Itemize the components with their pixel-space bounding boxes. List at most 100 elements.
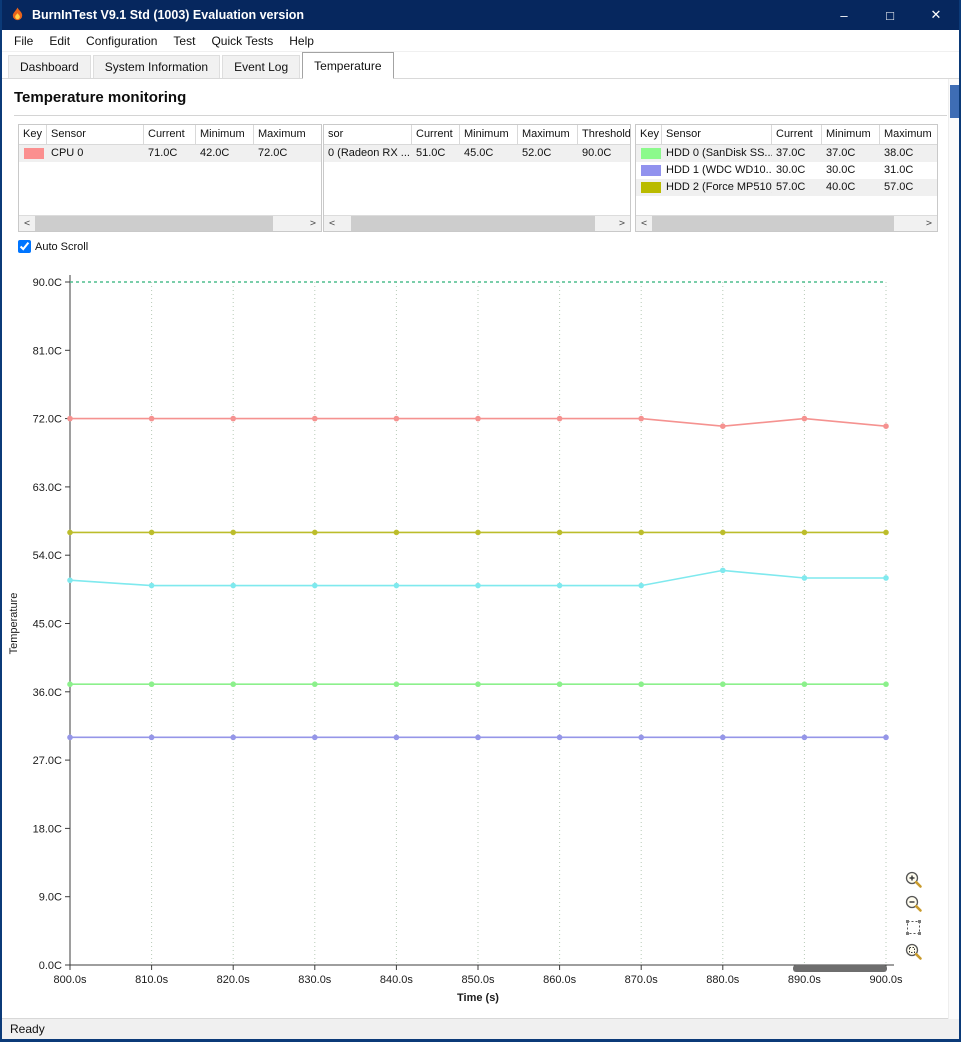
svg-text:27.0C: 27.0C [33, 755, 62, 767]
cell-minimum: 45.0C [464, 147, 494, 159]
menu-quick-tests[interactable]: Quick Tests [203, 31, 281, 51]
svg-text:890.0s: 890.0s [788, 974, 822, 986]
menu-edit[interactable]: Edit [41, 31, 78, 51]
svg-text:36.0C: 36.0C [33, 687, 62, 699]
sensor-table-hdd-body: Key Sensor Current Minimum Maximum HDD 0… [636, 125, 937, 215]
tab-event-log[interactable]: Event Log [222, 55, 301, 78]
cell-sensor: HDD 0 (SanDisk SS... [666, 147, 772, 159]
sensor-table-cpu-body: Key Sensor Current Minimum Maximum CPU 0… [19, 125, 321, 215]
svg-text:Time (s): Time (s) [457, 992, 499, 1004]
cell-sensor: HDD 2 (Force MP510) [666, 181, 772, 193]
column-header-sensor[interactable]: Sensor [47, 125, 144, 144]
cell-sensor: HDD 1 (WDC WD10... [666, 164, 772, 176]
column-header-maximum[interactable]: Maximum [880, 125, 937, 144]
table-row-hdd2[interactable]: HDD 2 (Force MP510) 57.0C 40.0C 57.0C [636, 179, 937, 196]
cell-current: 51.0C [416, 147, 446, 159]
maximize-button[interactable]: □ [867, 0, 913, 30]
zoom-in-button[interactable] [903, 870, 923, 889]
scroll-right-button[interactable]: > [614, 216, 630, 231]
table-row-hdd1[interactable]: HDD 1 (WDC WD10... 30.0C 30.0C 31.0C [636, 162, 937, 179]
cell-key [636, 162, 662, 179]
column-header-current[interactable]: Current [772, 125, 822, 144]
column-header-minimum[interactable]: Minimum [196, 125, 254, 144]
cell-maximum: 38.0C [884, 147, 914, 159]
svg-text:880.0s: 880.0s [706, 974, 740, 986]
column-header-key[interactable]: Key [636, 125, 662, 144]
auto-scroll-checkbox[interactable] [18, 240, 31, 253]
table-hscrollbar[interactable]: < > [19, 215, 321, 231]
sensor-table-hdd: Key Sensor Current Minimum Maximum HDD 0… [635, 124, 938, 232]
scroll-left-button[interactable]: < [636, 216, 652, 231]
scroll-left-button[interactable]: < [324, 216, 340, 231]
table-row-hdd0[interactable]: HDD 0 (SanDisk SS... 37.0C 37.0C 38.0C [636, 145, 937, 162]
table-hscrollbar[interactable]: < > [324, 215, 630, 231]
chart-zoom-toolbar [903, 870, 923, 961]
scrollbar-thumb[interactable] [35, 216, 273, 231]
cell-maximum: 72.0C [258, 147, 288, 159]
sensor-table-gpu: sor Current Minimum Maximum Threshold 0 … [323, 124, 631, 232]
svg-text:800.0s: 800.0s [53, 974, 87, 986]
cell-key [19, 145, 47, 162]
cell-current: 30.0C [776, 164, 806, 176]
key-swatch [641, 165, 661, 176]
temperature-chart-area: 90.0C 81.0C 72.0C 63.0C 54.0C 45.0C 36.0C 27.0C… [2, 258, 948, 1012]
svg-text:45.0C: 45.0C [33, 619, 62, 631]
column-header-sensor[interactable]: Sensor [662, 125, 772, 144]
titlebar[interactable]: BurnInTest V9.1 Std (1003) Evaluation ve… [2, 0, 959, 30]
page-vscrollbar[interactable] [948, 79, 959, 1019]
scrollbar-track[interactable] [340, 216, 614, 231]
menu-help[interactable]: Help [281, 31, 322, 51]
zoom-reset-icon [905, 943, 922, 960]
column-header-key[interactable]: Key [19, 125, 47, 144]
svg-text:81.0C: 81.0C [33, 345, 62, 357]
scrollbar-track[interactable] [652, 216, 921, 231]
column-header-current[interactable]: Current [412, 125, 460, 144]
auto-scroll-row: Auto Scroll [18, 239, 959, 254]
table-hscrollbar[interactable]: < > [636, 215, 937, 231]
tab-dashboard[interactable]: Dashboard [8, 55, 91, 78]
svg-text:900.0s: 900.0s [869, 974, 903, 986]
scroll-left-button[interactable]: < [19, 216, 35, 231]
column-header-maximum[interactable]: Maximum [518, 125, 578, 144]
zoom-out-button[interactable] [903, 894, 923, 913]
close-button[interactable]: ✕ [913, 0, 959, 30]
chart-hscrollbar-thumb[interactable] [793, 965, 887, 972]
zoom-in-icon [905, 871, 922, 888]
page-vscrollbar-thumb[interactable] [950, 85, 959, 118]
column-header-minimum[interactable]: Minimum [822, 125, 880, 144]
menu-configuration[interactable]: Configuration [78, 31, 165, 51]
svg-text:0.0C: 0.0C [39, 960, 62, 972]
cell-current: 57.0C [776, 181, 806, 193]
scrollbar-thumb[interactable] [652, 216, 895, 231]
auto-scroll-label[interactable]: Auto Scroll [35, 241, 88, 253]
column-header-maximum[interactable]: Maximum [254, 125, 321, 144]
table-row-cpu0[interactable]: CPU 0 71.0C 42.0C 72.0C [19, 145, 321, 162]
table-header: Key Sensor Current Minimum Maximum [636, 125, 937, 145]
zoom-selection-button[interactable] [903, 918, 923, 937]
minimize-button[interactable]: – [821, 0, 867, 30]
tab-temperature[interactable]: Temperature [302, 52, 394, 79]
sensor-table-gpu-body: sor Current Minimum Maximum Threshold 0 … [324, 125, 630, 215]
column-header-sensor[interactable]: sor [324, 125, 412, 144]
svg-text:9.0C: 9.0C [39, 892, 62, 904]
cell-key [636, 145, 662, 162]
svg-text:850.0s: 850.0s [461, 974, 495, 986]
column-header-threshold[interactable]: Threshold [578, 125, 630, 144]
cell-sensor: CPU 0 [51, 147, 84, 159]
status-text: Ready [10, 1022, 45, 1036]
tab-system-information[interactable]: System Information [92, 55, 221, 78]
scrollbar-track[interactable] [35, 216, 305, 231]
zoom-reset-button[interactable] [903, 942, 923, 961]
window-controls: – □ ✕ [821, 0, 959, 30]
scroll-right-button[interactable]: > [921, 216, 937, 231]
temperature-chart[interactable]: 90.0C 81.0C 72.0C 63.0C 54.0C 45.0C 36.0C 27.0C… [2, 258, 948, 1012]
key-swatch [641, 148, 661, 159]
menu-file[interactable]: File [6, 31, 41, 51]
column-header-current[interactable]: Current [144, 125, 196, 144]
scrollbar-thumb[interactable] [350, 216, 595, 231]
scroll-right-button[interactable]: > [305, 216, 321, 231]
menu-test[interactable]: Test [165, 31, 203, 51]
table-row-gpu0[interactable]: 0 (Radeon RX ... 51.0C 45.0C 52.0C 90.0C [324, 145, 630, 162]
svg-text:860.0s: 860.0s [543, 974, 577, 986]
column-header-minimum[interactable]: Minimum [460, 125, 518, 144]
